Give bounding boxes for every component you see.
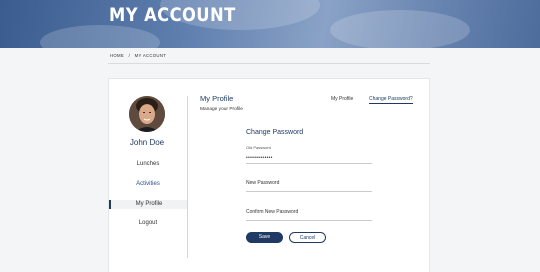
avatar-image	[129, 96, 165, 132]
breadcrumb-divider	[108, 63, 430, 64]
sidebar-item-my-profile[interactable]: My Profile	[109, 200, 187, 209]
cancel-button[interactable]: Cancel	[289, 232, 326, 243]
tab-change-password[interactable]: Change Password?	[369, 96, 413, 104]
old-password-field[interactable]: •••••••••••••	[246, 155, 273, 161]
breadcrumb: HOME / MY ACCOUNT	[110, 53, 169, 58]
user-name: John Doe	[129, 138, 165, 147]
page-banner: MY ACCOUNT	[0, 0, 540, 48]
avatar	[129, 96, 165, 132]
old-password-label: Old Password	[246, 145, 271, 150]
tab-my-profile[interactable]: My Profile	[331, 96, 353, 102]
confirm-password-field[interactable]: Confirm New Password	[246, 209, 298, 215]
page-title: MY ACCOUNT	[109, 4, 236, 26]
banner-cloud	[330, 10, 470, 48]
form-title: Change Password	[246, 129, 304, 136]
section-subtitle: Manage your Profile	[200, 107, 243, 112]
breadcrumb-separator: /	[128, 53, 131, 58]
sidebar-item-logout[interactable]: Logout	[109, 219, 187, 228]
old-password-underline	[246, 163, 372, 164]
sidebar-item-activities[interactable]: Activities	[109, 180, 187, 189]
breadcrumb-home[interactable]: HOME	[110, 53, 124, 58]
new-password-underline	[246, 191, 372, 192]
breadcrumb-current: MY ACCOUNT	[134, 53, 167, 58]
new-password-field[interactable]: New Password	[246, 180, 279, 186]
sidebar-item-lunches[interactable]: Lunches	[109, 160, 187, 169]
save-button[interactable]: Save	[246, 232, 283, 243]
banner-cloud	[40, 25, 160, 48]
confirm-password-underline	[246, 220, 372, 221]
section-title: My Profile	[200, 94, 234, 103]
sidebar-divider	[187, 96, 188, 258]
